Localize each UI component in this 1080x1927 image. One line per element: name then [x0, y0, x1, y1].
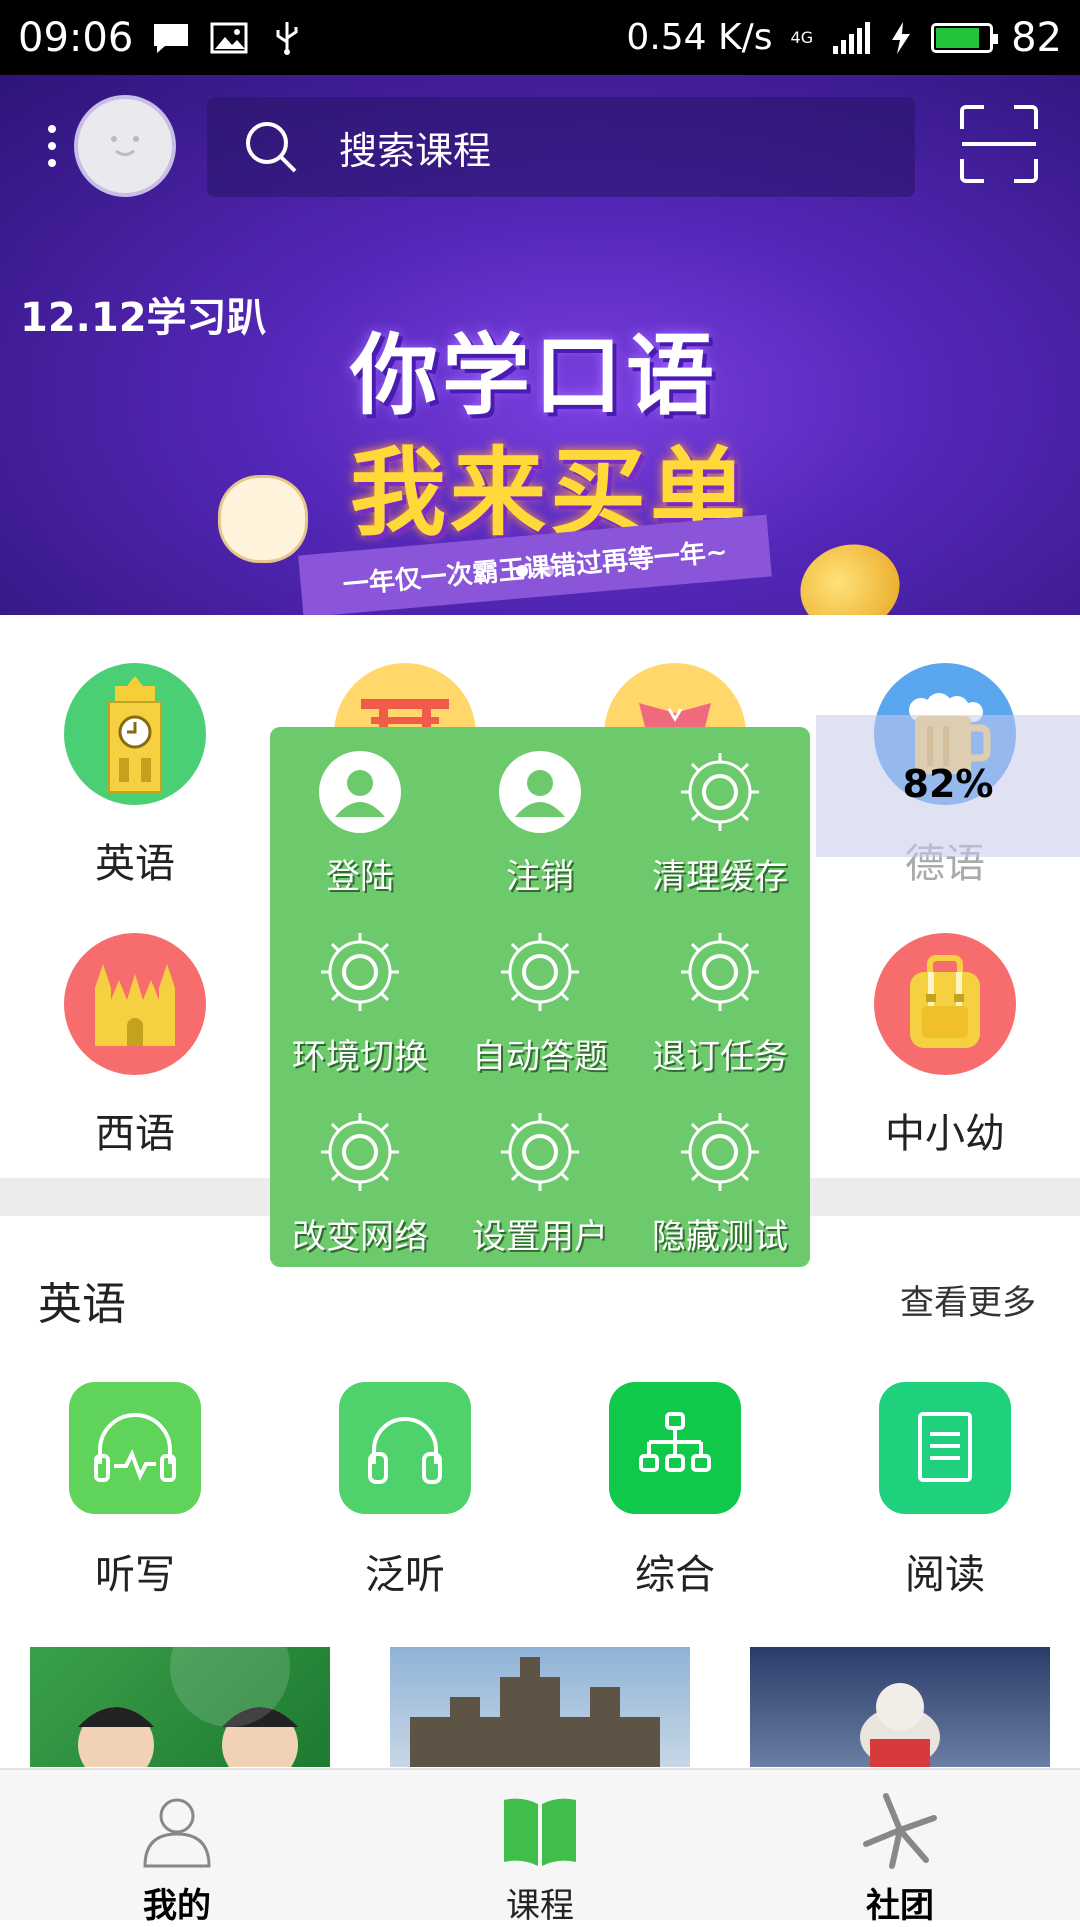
hide-test-button[interactable]: 隐藏测试 — [630, 1109, 810, 1258]
promo-banner[interactable]: 搜索课程 12.12学习趴 你学口语 我来买单 一年仅一次霸王课错过再等一年~ — [0, 75, 1080, 615]
battery-fill — [936, 27, 980, 48]
category-label: 中小幼 — [885, 1111, 1005, 1157]
signal-icon — [833, 21, 871, 54]
banner-dot — [516, 565, 528, 577]
nav-community[interactable]: 社团 — [800, 1790, 1000, 1927]
skill-label: 综合 — [635, 1552, 715, 1598]
sun-gear-icon — [501, 933, 579, 1011]
promo-title: 你学口语 — [350, 324, 719, 427]
search-placeholder: 搜索课程 — [339, 128, 492, 173]
charging-icon — [892, 21, 911, 54]
sun-gear-icon — [681, 1113, 759, 1191]
backpack-icon — [874, 933, 1016, 1075]
category-spanish[interactable]: 西语 — [35, 933, 235, 1159]
message-icon — [154, 23, 189, 53]
sun-gear-icon — [681, 753, 759, 831]
skill-listening[interactable]: 泛听 — [305, 1382, 505, 1600]
menu-label: 登陆 — [326, 857, 394, 897]
nav-courses[interactable]: 课程 — [440, 1790, 640, 1927]
sun-gear-icon — [321, 933, 399, 1011]
menu-label: 设置用户 — [472, 1217, 608, 1257]
menu-label: 退订任务 — [652, 1037, 788, 1077]
logout-button[interactable]: 注销 — [450, 749, 630, 898]
avatar[interactable] — [74, 95, 176, 197]
open-book-icon — [504, 1798, 576, 1866]
category-label: 西语 — [95, 1111, 175, 1157]
course-thumbnail[interactable] — [750, 1647, 1050, 1767]
cathedral-icon — [64, 933, 206, 1075]
battery-percent: 82 — [1011, 14, 1062, 61]
skill-label: 泛听 — [365, 1552, 445, 1598]
sun-gear-icon — [501, 1113, 579, 1191]
smiley-icon — [111, 136, 139, 156]
usb-icon — [276, 21, 298, 55]
bottom-nav: 我的 课程 社团 — [0, 1768, 1080, 1926]
skill-dictation[interactable]: 听写 — [35, 1382, 235, 1600]
top-bar: 搜索课程 — [0, 75, 1080, 225]
status-bar: 09:06 0.54 K/s 4G 82 — [0, 0, 1080, 75]
menu-label: 自动答题 — [472, 1037, 608, 1077]
category-label: 英语 — [95, 841, 175, 887]
image-icon — [210, 22, 248, 53]
cat-mascot-icon — [218, 475, 308, 563]
clock-tower-icon — [64, 663, 206, 805]
scan-icon[interactable] — [960, 105, 1038, 183]
banner-dot — [542, 565, 554, 577]
auto-answer-button[interactable]: 自动答题 — [450, 929, 630, 1078]
network-type: 4G — [790, 28, 814, 47]
hierarchy-icon — [609, 1382, 741, 1514]
headphones-icon — [339, 1382, 471, 1514]
category-english[interactable]: 英语 — [35, 663, 235, 889]
skill-label: 听写 — [95, 1552, 175, 1598]
user-icon — [319, 751, 401, 833]
clear-cache-button[interactable]: 清理缓存 — [630, 749, 810, 898]
change-network-button[interactable]: 改变网络 — [270, 1109, 450, 1258]
search-bar[interactable]: 搜索课程 — [207, 97, 915, 197]
skill-label: 阅读 — [905, 1552, 985, 1598]
document-icon — [879, 1382, 1011, 1514]
menu-label: 注销 — [506, 857, 574, 897]
login-button[interactable]: 登陆 — [270, 749, 450, 898]
skill-comprehensive[interactable]: 综合 — [575, 1382, 775, 1600]
user-icon — [499, 751, 581, 833]
unsubscribe-task-button[interactable]: 退订任务 — [630, 929, 810, 1078]
menu-icon[interactable] — [44, 125, 60, 175]
set-user-button[interactable]: 设置用户 — [450, 1109, 630, 1258]
menu-label: 环境切换 — [292, 1037, 428, 1077]
network-speed: 0.54 K/s — [626, 17, 773, 58]
progress-percent: 82% — [902, 762, 994, 806]
coin-icon — [790, 533, 910, 615]
sun-gear-icon — [681, 933, 759, 1011]
person-icon — [143, 1798, 211, 1868]
promo-tag: 12.12学习趴 — [20, 295, 267, 341]
status-time: 09:06 — [18, 14, 134, 61]
banner-indicator — [516, 565, 554, 577]
course-thumbnail[interactable] — [390, 1647, 690, 1767]
debug-menu: 登陆 注销 清理缓存 环境切换 自动答题 退订任务 改变网络 设置用户 隐藏测试 — [270, 727, 810, 1267]
course-thumbnail[interactable] — [30, 1647, 330, 1767]
community-icon — [863, 1793, 937, 1869]
switch-env-button[interactable]: 环境切换 — [270, 929, 450, 1078]
menu-label: 隐藏测试 — [652, 1217, 788, 1257]
sun-gear-icon — [321, 1113, 399, 1191]
skill-reading[interactable]: 阅读 — [845, 1382, 1045, 1600]
nav-mine[interactable]: 我的 — [77, 1790, 277, 1927]
section-title: 英语 — [38, 1279, 126, 1330]
headset-wave-icon — [69, 1382, 201, 1514]
search-icon — [246, 122, 297, 173]
battery-icon — [931, 22, 999, 53]
see-more-link[interactable]: 查看更多 — [900, 1275, 1036, 1324]
category-kids[interactable]: 中小幼 — [845, 933, 1045, 1159]
menu-label: 清理缓存 — [652, 857, 788, 897]
menu-label: 改变网络 — [292, 1217, 428, 1257]
